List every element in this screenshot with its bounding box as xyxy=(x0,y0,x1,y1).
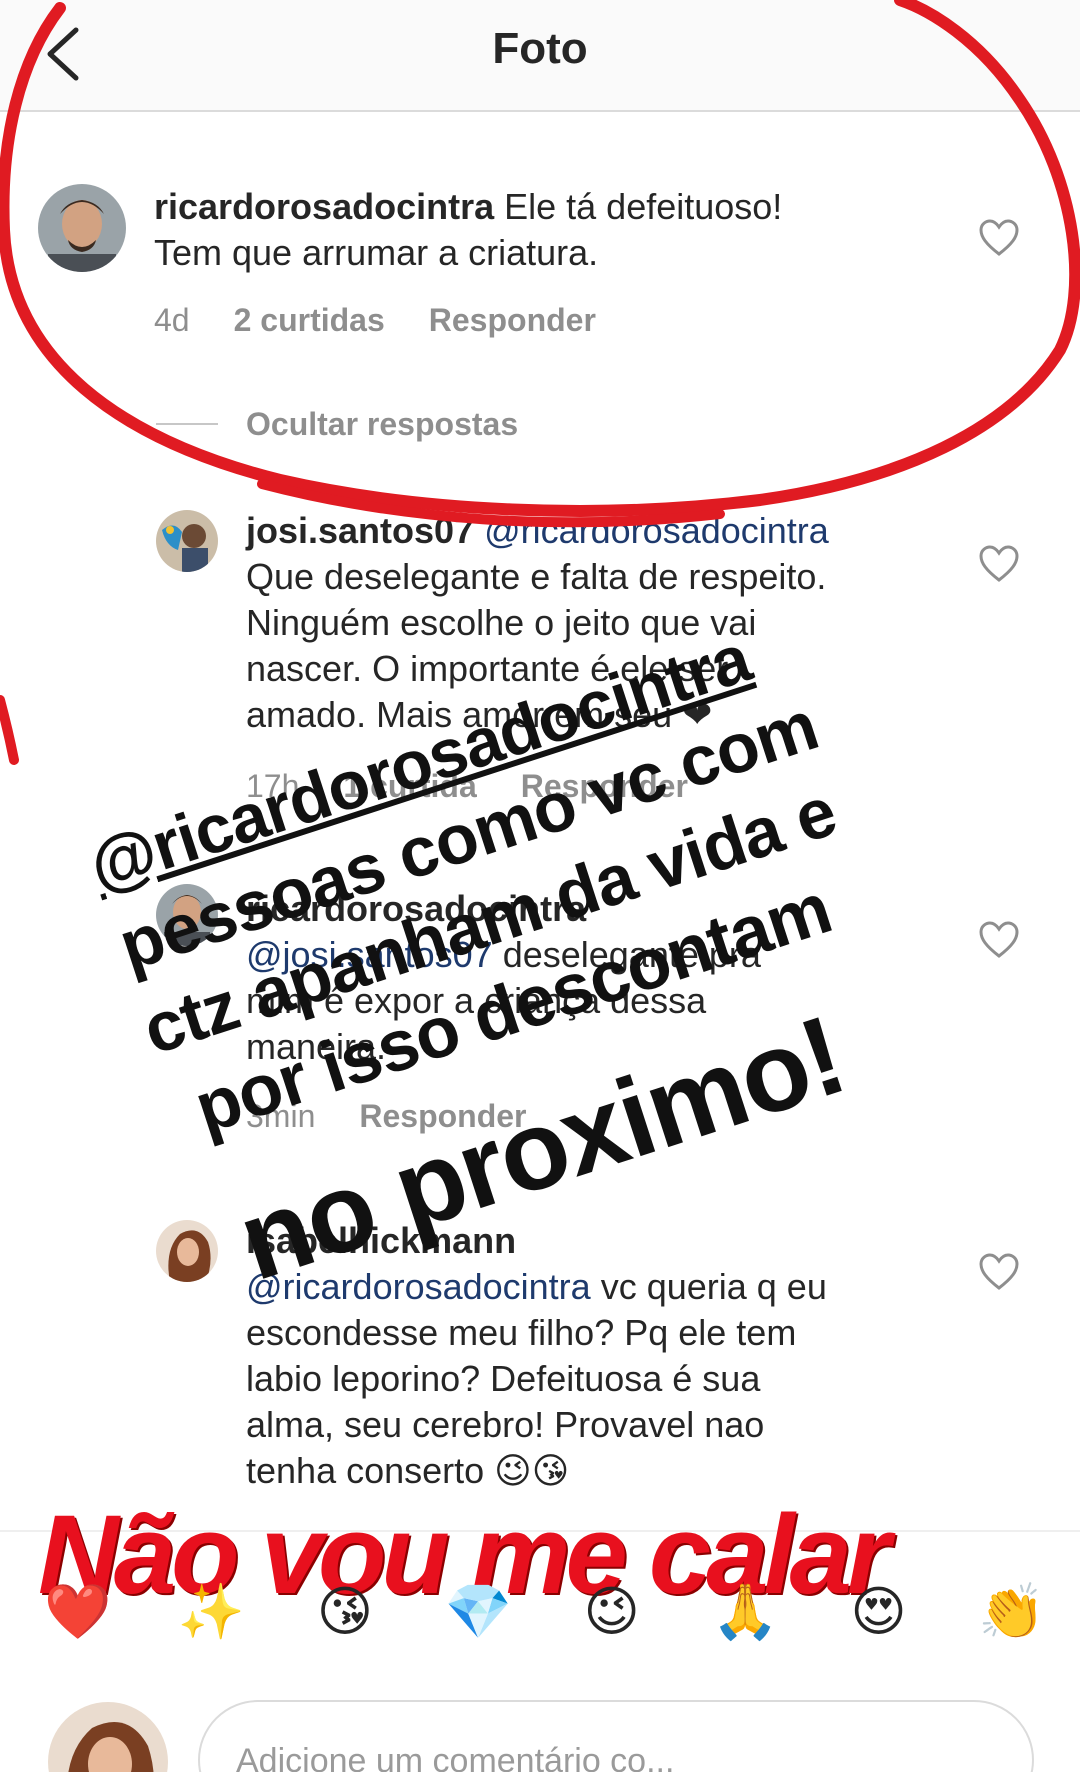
mention-link[interactable]: @ricardorosadocintra xyxy=(474,510,829,551)
comment-username[interactable]: ricardorosadocintra xyxy=(154,186,494,227)
heart-eyes-emoji-button[interactable]: 😍 xyxy=(841,1576,917,1648)
heart-emoji-button[interactable]: ❤️ xyxy=(40,1576,116,1648)
avatar[interactable] xyxy=(38,184,126,272)
emoji-quick-bar: ❤️ ✨ 😘 💎 😉 🙏 😍 👏 xyxy=(40,1576,1050,1648)
likes-count[interactable]: 2 curtidas xyxy=(234,302,385,338)
hide-replies-label: Ocultar respostas xyxy=(246,405,519,442)
comment-text: Ele tá defeituoso! xyxy=(494,186,783,227)
comment-text: Tem que arrumar a criatura. xyxy=(154,232,599,273)
heart-icon[interactable] xyxy=(978,920,1020,960)
comment-body: ricardorosadocintra Ele tá defeituoso! T… xyxy=(154,184,974,276)
heart-icon[interactable] xyxy=(978,1252,1020,1292)
hide-replies-toggle[interactable]: Ocultar respostas xyxy=(156,404,518,444)
page-title: Foto xyxy=(492,24,588,73)
comment-input[interactable]: Adicione um comentário co... xyxy=(198,1700,1034,1772)
comment-text: labio leporino? Defeituosa é sua xyxy=(246,1358,761,1399)
comment-username[interactable]: josi.santos07 xyxy=(246,510,474,551)
reply-button[interactable]: Responder xyxy=(429,302,596,338)
comment-meta: 4d 2 curtidas Responder xyxy=(154,302,640,339)
comment-text: escondesse meu filho? Pq ele tem xyxy=(246,1312,797,1353)
avatar xyxy=(48,1702,168,1772)
sparkles-emoji-button[interactable]: ✨ xyxy=(173,1576,249,1648)
gem-emoji-button[interactable]: 💎 xyxy=(440,1576,516,1648)
avatar[interactable] xyxy=(156,510,218,572)
clap-emoji-button[interactable]: 👏 xyxy=(974,1576,1050,1648)
comment-text: alma, seu cerebro! Provavel nao xyxy=(246,1404,765,1445)
divider-line xyxy=(156,423,218,425)
comment-time: 4d xyxy=(154,302,190,338)
comment-text: tenha conserto 😉😘 xyxy=(246,1450,570,1491)
comment-text: Que deselegante e falta de respeito. xyxy=(246,556,827,597)
heart-icon[interactable] xyxy=(978,544,1020,584)
comment-text: vc queria q eu xyxy=(590,1266,827,1307)
top-bar: Foto xyxy=(0,0,1080,112)
heart-icon[interactable] xyxy=(978,218,1020,258)
wink-emoji-button[interactable]: 😉 xyxy=(574,1576,650,1648)
avatar[interactable] xyxy=(156,1220,218,1282)
pray-emoji-button[interactable]: 🙏 xyxy=(707,1576,783,1648)
kiss-emoji-button[interactable]: 😘 xyxy=(307,1576,383,1648)
